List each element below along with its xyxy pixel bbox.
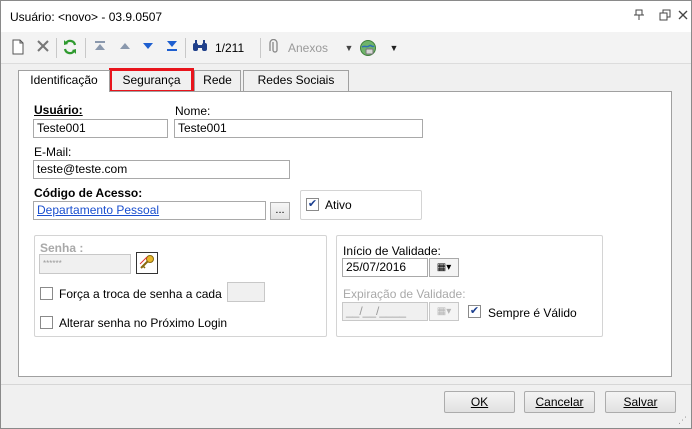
forca-troca-checkbox[interactable] [40, 287, 53, 300]
validade-groupbox: Início de Validade: 25/07/2016 ▦▾ Expira… [336, 235, 603, 337]
tab-panel-identificacao: Usuário: Teste001 Nome: Teste001 E-Mail:… [18, 91, 672, 377]
binoculars-icon[interactable] [191, 39, 209, 57]
prev-icon[interactable] [116, 39, 134, 57]
sempre-valido-label: Sempre é Válido [488, 306, 577, 320]
attachments-label[interactable]: Anexos [288, 41, 328, 55]
dialog-window: Usuário: <novo> - 03.9.0507 1/211 Anexos… [0, 0, 692, 429]
codigo-acesso-label: Código de Acesso: [34, 186, 143, 200]
expiracao-validade-input[interactable]: __/__/____ [342, 302, 428, 321]
expiracao-validade-picker[interactable]: ▦▾ [429, 302, 459, 321]
attachments-dropdown-icon[interactable]: ▼ [340, 39, 358, 57]
window-title: Usuário: <novo> - 03.9.0507 [10, 10, 163, 24]
email-label: E-Mail: [34, 145, 72, 159]
close-icon[interactable] [675, 9, 691, 25]
ativo-label: Ativo [325, 198, 352, 212]
cancelar-button[interactable]: Cancelar [524, 391, 595, 413]
chevron-down-icon: ▾ [446, 306, 452, 317]
codigo-acesso-link[interactable]: Departamento Pessoal [37, 203, 159, 217]
first-icon[interactable] [91, 39, 109, 57]
codigo-acesso-browse-button[interactable]: ... [270, 202, 290, 220]
codigo-acesso-field[interactable]: Departamento Pessoal [33, 201, 266, 220]
senha-input[interactable]: ****** [39, 254, 131, 274]
calendar-icon: ▦ [436, 262, 447, 273]
globe-icon[interactable] [359, 39, 377, 57]
resize-grip-icon[interactable]: ⋰ [678, 415, 688, 425]
attach-icon[interactable] [266, 38, 284, 57]
globe-dropdown-icon[interactable]: ▼ [385, 39, 403, 57]
record-counter: 1/211 [215, 41, 245, 55]
usuario-input[interactable]: Teste001 [33, 119, 168, 138]
key-icon [139, 255, 154, 269]
expiracao-validade-label: Expiração de Validade: [343, 287, 466, 301]
alterar-senha-checkbox[interactable] [40, 316, 53, 329]
email-input[interactable]: teste@teste.com [33, 160, 290, 179]
tab-identificacao[interactable]: Identificação [18, 70, 110, 92]
senha-label: Senha : [40, 241, 84, 255]
toolbar: 1/211 Anexos ▼ ▼ [1, 32, 691, 64]
new-doc-icon[interactable] [9, 39, 27, 57]
alterar-senha-label: Alterar senha no Próximo Login [59, 316, 228, 330]
tab-redes-sociais[interactable]: Redes Sociais [243, 70, 349, 91]
cancelar-button-label: Cancelar [535, 395, 584, 409]
chevron-down-icon: ▾ [446, 262, 452, 273]
salvar-button[interactable]: Salvar [605, 391, 676, 413]
tab-seguranca[interactable]: Segurança [109, 68, 194, 93]
sempre-valido-checkbox[interactable]: ✔ [468, 305, 481, 318]
inicio-validade-picker[interactable]: ▦▾ [429, 258, 459, 277]
nome-label: Nome: [175, 104, 211, 118]
forca-troca-days-input[interactable] [227, 282, 265, 302]
forca-troca-label: Força a troca de senha a cada [59, 287, 222, 301]
key-button[interactable] [136, 252, 158, 274]
restore-icon[interactable] [657, 9, 673, 25]
ativo-checkbox[interactable]: ✔ [306, 198, 319, 211]
ativo-groupbox: ✔ Ativo [300, 190, 422, 220]
title-bar: Usuário: <novo> - 03.9.0507 [1, 1, 691, 32]
last-icon[interactable] [163, 39, 181, 57]
nome-input[interactable]: Teste001 [174, 119, 423, 138]
ok-button-label: OK [470, 395, 489, 409]
tab-rede[interactable]: Rede [194, 70, 241, 91]
inicio-validade-label: Início de Validade: [343, 244, 441, 258]
usuario-label: Usuário: [34, 103, 83, 117]
calendar-icon: ▦ [436, 306, 447, 317]
pin-icon[interactable] [631, 9, 647, 25]
salvar-button-label: Salvar [623, 395, 658, 409]
refresh-icon[interactable] [61, 39, 79, 57]
footer-separator [1, 384, 691, 385]
ok-button[interactable]: OK [444, 391, 515, 413]
delete-icon[interactable] [34, 39, 52, 57]
senha-groupbox: Senha : ****** Força a troca de senha a … [34, 235, 327, 337]
next-icon[interactable] [139, 39, 157, 57]
inicio-validade-input[interactable]: 25/07/2016 [342, 258, 428, 277]
